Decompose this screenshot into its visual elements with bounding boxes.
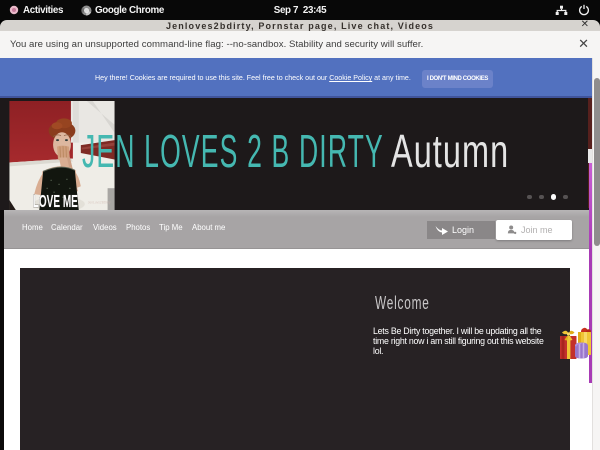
svg-text:JenLuvs2BDirty: JenLuvs2BDirty: [88, 201, 111, 205]
svg-text:LOVE ME: LOVE ME: [33, 191, 78, 210]
